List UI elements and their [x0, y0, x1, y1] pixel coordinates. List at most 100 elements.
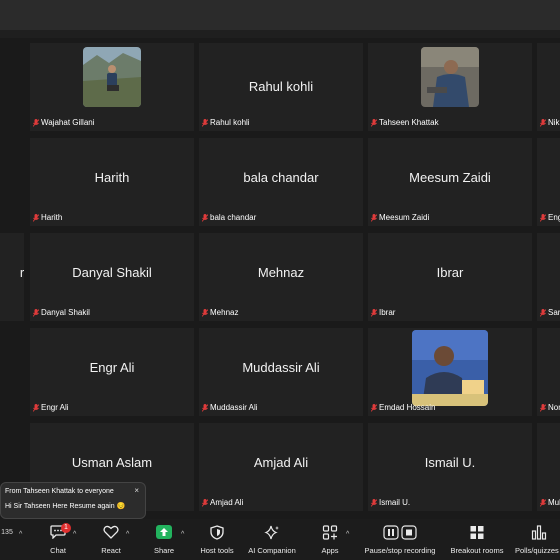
participant-name: Ibrar: [436, 265, 464, 280]
participant-label: Meesum Zaidi: [371, 213, 429, 222]
participant-name: Amjad Ali: [253, 455, 309, 470]
participant-label-text: Amjad Ali: [210, 498, 244, 507]
participant-label: Tahseen Khattak: [371, 118, 439, 127]
participant-name: Mehnaz: [257, 265, 305, 280]
chat-notification-message: Hi Sir Tahseen Here Resume again 😔: [5, 503, 126, 510]
muted-mic-icon: [371, 118, 377, 127]
participant-label-text: Emdad Hossain: [379, 403, 436, 412]
participant-tile[interactable]: Mehnaz Mehnaz: [199, 233, 363, 321]
share-caret-icon[interactable]: ^: [181, 531, 184, 538]
participant-label-text: Meesum Zaidi: [379, 213, 430, 222]
breakout-icon: [470, 525, 485, 545]
participant-tile[interactable]: Engr Ali Engr Ali: [30, 328, 194, 416]
participant-label-text: Ibrar: [379, 308, 396, 317]
muted-mic-icon: [540, 403, 546, 412]
participant-label-text: Nom: [548, 403, 560, 412]
sparkle-icon: [264, 525, 280, 546]
participant-label-text: Danyal Shakil: [41, 308, 90, 317]
muted-mic-icon: [33, 213, 39, 222]
muted-mic-icon: [540, 308, 546, 317]
meeting-toolbar: 135 ^ 1 Chat ^ React ^ Share ^ Host tool…: [0, 519, 560, 560]
share-button[interactable]: Share: [148, 519, 180, 560]
host-tools-button[interactable]: Host tools: [196, 519, 238, 560]
participant-tile[interactable]: Nik: [537, 43, 560, 131]
participant-label: Nik: [540, 118, 560, 127]
apps-button[interactable]: Apps: [314, 519, 346, 560]
participant-tile[interactable]: Harith Harith: [30, 138, 194, 226]
participant-label: Ibrar: [371, 308, 395, 317]
muted-mic-icon: [371, 403, 377, 412]
participant-name: Harith: [94, 170, 130, 185]
muted-mic-icon: [202, 308, 208, 317]
window-title-bar: [0, 0, 560, 30]
muted-mic-icon: [33, 118, 39, 127]
apps-caret-icon[interactable]: ^: [346, 531, 349, 538]
participant-name: bala chandar: [243, 170, 319, 185]
muted-mic-icon: [540, 118, 546, 127]
pause-stop-recording-label: Pause/stop recording: [364, 546, 436, 555]
host-tools-label: Host tools: [200, 546, 234, 555]
participant-label: Danyal Shakil: [33, 308, 90, 317]
participant-label-text: Rahul kohli: [210, 118, 250, 127]
participant-name: Danyal Shakil: [72, 265, 152, 280]
participant-tile[interactable]: Emdad Hossain: [368, 328, 532, 416]
close-icon[interactable]: ×: [134, 486, 139, 495]
participant-tile[interactable]: Ibrar Ibrar: [368, 233, 532, 321]
participant-tile[interactable]: Muddassir Ali Muddassir Ali: [199, 328, 363, 416]
ai-companion-button[interactable]: AI Companion: [244, 519, 300, 560]
participant-label: Engr Ali: [33, 403, 69, 412]
participant-label-text: Engr Ali: [41, 403, 69, 412]
participant-tile[interactable]: Sar: [537, 233, 560, 321]
participant-name: Meesum Zaidi: [409, 170, 491, 185]
apps-icon: [322, 525, 338, 545]
participant-label: Amjad Ali: [202, 498, 243, 507]
apps-label: Apps: [321, 546, 339, 555]
muted-mic-icon: [371, 308, 377, 317]
participant-tile[interactable]: bala chandar bala chandar: [199, 138, 363, 226]
chat-label: Chat: [50, 546, 66, 555]
participants-button[interactable]: 135: [0, 519, 14, 560]
participant-tile[interactable]: Meesum Zaidi Meesum Zaidi: [368, 138, 532, 226]
participant-tile[interactable]: Danyal Shakil Danyal Shakil: [30, 233, 194, 321]
muted-mic-icon: [33, 403, 39, 412]
polls-quizzes-button[interactable]: Polls/quizzes: [512, 519, 560, 560]
polls-quizzes-label: Polls/quizzes: [515, 546, 559, 555]
participant-label-text: Eng: [548, 213, 560, 222]
participants-caret-icon[interactable]: ^: [19, 531, 22, 538]
pause-stop-recording-button[interactable]: Pause/stop recording: [360, 519, 440, 560]
participant-tile[interactable]: Amjad Ali Amjad Ali: [199, 423, 363, 511]
muted-mic-icon: [540, 498, 546, 507]
header-strip: [0, 30, 560, 38]
participant-tile[interactable]: Rahul kohli Rahul kohli: [199, 43, 363, 131]
participant-tile[interactable]: Tahseen Khattak: [368, 43, 532, 131]
participant-tile[interactable]: Wajahat Gillani: [30, 43, 194, 131]
participant-video: [412, 330, 488, 406]
react-button[interactable]: React: [94, 519, 128, 560]
muted-mic-icon: [202, 498, 208, 507]
participant-tile[interactable]: Eng: [537, 138, 560, 226]
react-caret-icon[interactable]: ^: [126, 531, 129, 538]
muted-mic-icon: [540, 213, 546, 222]
participant-name: Engr Ali: [89, 360, 135, 375]
participant-tile[interactable]: raf: [0, 233, 24, 321]
chat-button[interactable]: 1 Chat: [40, 519, 76, 560]
participant-label: Wajahat Gillani: [33, 118, 95, 127]
chat-notification-sender: From Tahseen Khattak to everyone: [5, 488, 114, 495]
participant-name: Usman Aslam: [71, 455, 153, 470]
participant-label-text: Wajahat Gillani: [41, 118, 95, 127]
participant-label: Sar: [540, 308, 560, 317]
participant-tile[interactable]: Nom: [537, 328, 560, 416]
participant-label: Muh: [540, 498, 560, 507]
breakout-rooms-button[interactable]: Breakout rooms: [446, 519, 508, 560]
chat-caret-icon[interactable]: ^: [73, 531, 76, 538]
polls-icon: [531, 525, 547, 545]
participant-tile[interactable]: Ismail U. Ismail U.: [368, 423, 532, 511]
participant-label-text: Sar: [548, 308, 560, 317]
participant-label: Mehnaz: [202, 308, 238, 317]
chat-notification[interactable]: From Tahseen Khattak to everyone × Hi Si…: [0, 482, 146, 519]
participant-label: Eng: [540, 213, 560, 222]
participant-label-text: bala chandar: [210, 213, 257, 222]
participant-label-text: Mehnaz: [210, 308, 239, 317]
participant-tile[interactable]: Muh: [537, 423, 560, 511]
record-icon: [383, 525, 417, 545]
